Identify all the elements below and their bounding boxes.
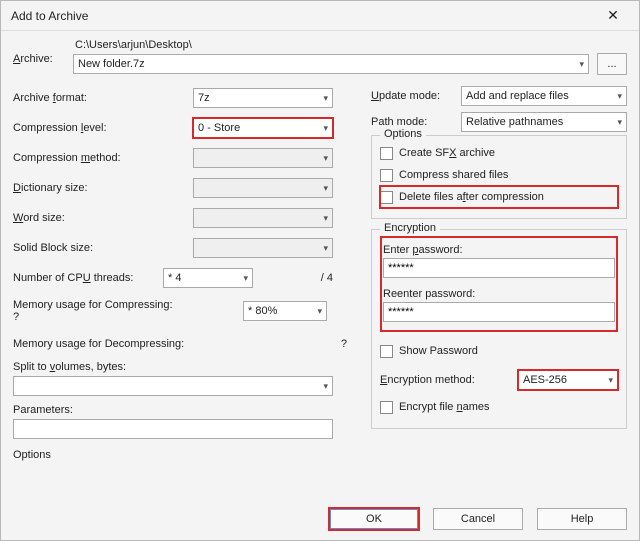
reenter-password-input[interactable] <box>383 302 615 322</box>
cancel-button[interactable]: Cancel <box>433 508 523 530</box>
show-password-checkbox[interactable] <box>380 345 393 358</box>
delete-after-label: Delete files after compression <box>399 191 544 203</box>
encryption-group: Encryption Enter password: Reenter passw… <box>371 229 627 429</box>
help-button[interactable]: Help <box>537 508 627 530</box>
encrypt-names-row[interactable]: Encrypt file names <box>380 396 618 418</box>
archive-format-combo[interactable]: 7z▾ <box>193 88 333 108</box>
compression-method-label: Compression method: <box>13 152 121 164</box>
archive-directory: C:\Users\arjun\Desktop\ <box>73 37 627 53</box>
compress-shared-row[interactable]: Compress shared files <box>380 164 618 186</box>
close-button[interactable]: ✕ <box>595 2 631 30</box>
delete-after-row[interactable]: Delete files after compression <box>380 186 618 208</box>
word-size-label: Word size: <box>13 212 65 224</box>
split-label: Split to volumes, bytes: <box>13 361 126 373</box>
solid-block-size-label: Solid Block size: <box>13 242 193 254</box>
archive-filename-combo[interactable]: New folder.7z▾ <box>73 54 589 74</box>
cpu-threads-label: Number of CPU threads: <box>13 272 133 284</box>
memory-compress-label: Memory usage for Compressing: ? <box>13 299 243 323</box>
compress-shared-checkbox[interactable] <box>380 169 393 182</box>
enter-password-input[interactable] <box>383 258 615 278</box>
compress-shared-label: Compress shared files <box>399 169 508 181</box>
archive-format-label: Archive format: <box>13 92 87 104</box>
encrypt-names-checkbox[interactable] <box>380 401 393 414</box>
solid-block-size-combo[interactable]: ▾ <box>193 238 333 258</box>
split-combo[interactable]: ▾ <box>13 376 333 396</box>
create-sfx-checkbox[interactable] <box>380 147 393 160</box>
options-legend: Options <box>380 128 426 140</box>
window-title: Add to Archive <box>11 9 595 23</box>
memory-decompress-label: Memory usage for Decompressing: <box>13 338 293 350</box>
word-size-combo[interactable]: ▾ <box>193 208 333 228</box>
create-sfx-row[interactable]: Create SFX archive <box>380 142 618 164</box>
compression-level-label: Compression level: <box>13 122 107 134</box>
memory-compress-combo[interactable]: * 80%▾ <box>243 301 327 321</box>
encryption-method-combo[interactable]: AES-256▾ <box>518 370 618 390</box>
add-to-archive-dialog: Add to Archive ✕ Archive: C:\Users\arjun… <box>0 0 640 541</box>
create-sfx-label: Create SFX archive <box>399 147 495 159</box>
dictionary-size-label: Dictionary size: <box>13 182 88 194</box>
cpu-threads-max: / 4 <box>253 272 333 284</box>
options-group: Options Create SFX archive Compress shar… <box>371 135 627 219</box>
options-button[interactable]: Options <box>13 449 353 461</box>
path-mode-label: Path mode: <box>371 116 461 128</box>
compression-method-combo[interactable]: ▾ <box>193 148 333 168</box>
parameters-input[interactable] <box>13 419 333 439</box>
path-mode-combo[interactable]: Relative pathnames▾ <box>461 112 627 132</box>
delete-after-checkbox[interactable] <box>380 191 393 204</box>
browse-button[interactable]: ... <box>597 53 627 75</box>
dictionary-size-combo[interactable]: ▾ <box>193 178 333 198</box>
reenter-password-label: Reenter password: <box>383 288 615 300</box>
show-password-row[interactable]: Show Password <box>380 340 618 362</box>
title-bar: Add to Archive ✕ <box>1 1 639 31</box>
archive-label: Archive: <box>13 53 53 65</box>
update-mode-label: Update mode: <box>371 90 440 102</box>
compression-level-combo[interactable]: 0 - Store▾ <box>193 118 333 138</box>
cpu-threads-combo[interactable]: * 4▾ <box>163 268 253 288</box>
encryption-method-label: Encryption method: <box>380 374 475 386</box>
ok-button[interactable]: OK <box>329 508 419 530</box>
enter-password-label: Enter password: <box>383 244 463 256</box>
update-mode-combo[interactable]: Add and replace files▾ <box>461 86 627 106</box>
show-password-label: Show Password <box>399 345 478 357</box>
encrypt-names-label: Encrypt file names <box>399 401 490 413</box>
parameters-label: Parameters: <box>13 404 353 416</box>
encryption-legend: Encryption <box>380 222 440 234</box>
memory-decompress-value: ? <box>293 338 353 350</box>
